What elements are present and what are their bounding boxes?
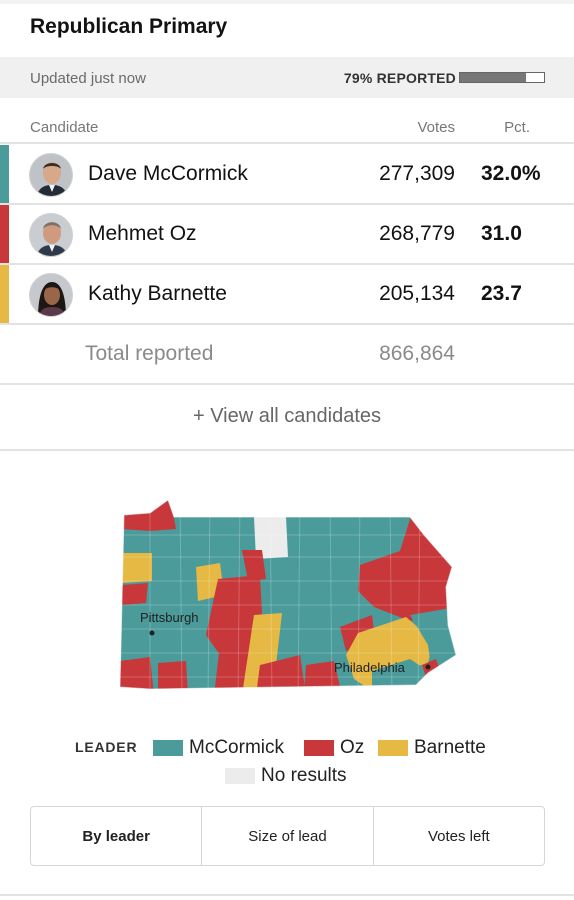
philadelphia-marker <box>425 664 431 670</box>
candidate-row-mccormick: Dave McCormick 277,309 32.0% <box>0 145 574 205</box>
map-legend: LEADER McCormick Oz Barnette <box>0 736 574 760</box>
reported-text: 79% REPORTED <box>343 70 456 86</box>
legend-swatch-mccormick <box>153 740 183 756</box>
legend-label-mccormick: McCormick <box>189 737 284 758</box>
legend-swatch-oz <box>304 740 334 756</box>
county-results-map[interactable]: Pittsburgh Philadelphia <box>110 495 460 700</box>
tab-votes-left[interactable]: Votes left <box>372 807 544 865</box>
reporting-progress-bar <box>459 72 545 83</box>
candidate-row-oz: Mehmet Oz 268,779 31.0 <box>0 205 574 265</box>
oz-county <box>120 500 176 531</box>
results-table-header: Candidate Votes Pct. <box>0 113 574 144</box>
candidate-color-strip <box>0 205 9 263</box>
candidate-color-strip <box>0 265 9 323</box>
reporting-progress-fill <box>460 73 527 82</box>
candidate-votes: 205,134 <box>379 282 455 305</box>
candidate-name: Dave McCormick <box>88 162 248 185</box>
philadelphia-label: Philadelphia <box>334 660 406 675</box>
avatar <box>29 153 73 197</box>
candidate-pct: 23.7 <box>481 282 522 305</box>
total-label: Total reported <box>85 342 214 365</box>
pittsburgh-label: Pittsburgh <box>140 610 199 625</box>
view-all-row: + View all candidates <box>0 385 574 451</box>
tab-by-leader[interactable]: By leader <box>31 807 201 865</box>
bottom-divider <box>0 894 574 896</box>
candidate-name: Mehmet Oz <box>88 222 197 245</box>
avatar <box>29 273 73 317</box>
pct-column-header: Pct. <box>504 119 530 136</box>
page-title: Republican Primary <box>30 15 228 38</box>
candidate-name: Kathy Barnette <box>88 282 227 305</box>
top-divider <box>0 0 574 4</box>
map-legend-second-line: No results <box>0 764 574 788</box>
legend-label-barnette: Barnette <box>414 737 486 758</box>
map-view-tabs: By leader Size of lead Votes left <box>30 806 545 866</box>
votes-column-header: Votes <box>417 119 455 136</box>
candidate-pct: 32.0% <box>481 162 541 185</box>
legend-swatch-barnette <box>378 740 408 756</box>
legend-label-no-results: No results <box>261 765 347 786</box>
candidate-column-header: Candidate <box>30 119 99 136</box>
total-votes: 866,864 <box>379 342 455 365</box>
view-all-candidates-button[interactable]: + View all candidates <box>0 405 574 428</box>
updated-text: Updated just now <box>30 70 146 87</box>
candidate-pct: 31.0 <box>481 222 522 245</box>
legend-swatch-no-results <box>225 768 255 784</box>
oz-county <box>122 583 148 605</box>
tab-size-of-lead[interactable]: Size of lead <box>201 807 372 865</box>
candidate-color-strip <box>0 145 9 203</box>
legend-label-oz: Oz <box>340 737 365 758</box>
avatar <box>29 213 73 257</box>
pittsburgh-marker <box>149 630 155 636</box>
pennsylvania-map[interactable]: Pittsburgh Philadelphia <box>110 495 460 700</box>
oz-county <box>158 661 188 689</box>
candidate-votes: 277,309 <box>379 162 455 185</box>
total-row: Total reported 866,864 <box>0 325 574 385</box>
candidate-votes: 268,779 <box>379 222 455 245</box>
candidate-row-barnette: Kathy Barnette 205,134 23.7 <box>0 265 574 325</box>
status-bar: Updated just now 79% REPORTED <box>0 57 574 98</box>
legend-title: LEADER <box>75 739 138 755</box>
